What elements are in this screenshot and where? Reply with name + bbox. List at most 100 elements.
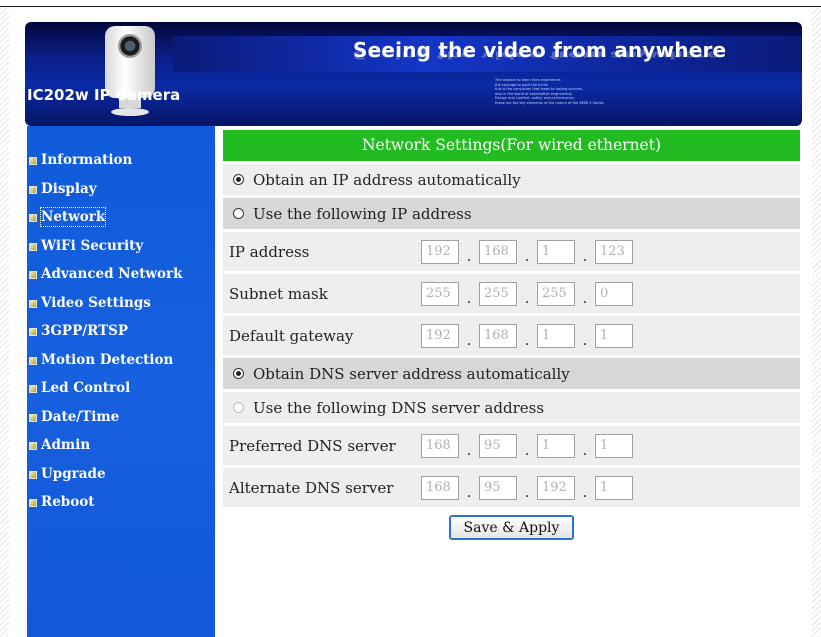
button-bar: Save & Apply [223, 507, 800, 540]
camera-lens-graphic [118, 34, 142, 58]
ip-auto-radio[interactable] [233, 174, 244, 185]
preferred-dns-octet-3-input[interactable] [537, 433, 575, 458]
preferred-dns-row: Preferred DNS server . . . [223, 426, 800, 465]
ip-auto-row[interactable]: Obtain an IP address automatically [223, 164, 800, 195]
sidebar-item-3gpp-rtsp[interactable]: 3GPP/RTSP [27, 322, 183, 351]
ip-octet-2-input[interactable] [479, 239, 517, 264]
dns-manual-radio[interactable] [233, 402, 244, 413]
sidebar-item-label: Date/Time [41, 408, 120, 425]
camera-model-label: IC202w IP Camera [27, 86, 181, 104]
sidebar-nav: Information Display Network WiFi Securit… [27, 151, 183, 522]
ip-address-label: IP address [229, 242, 310, 261]
gateway-field: . . . [421, 323, 633, 349]
preferred-dns-octet-1-input[interactable] [421, 433, 459, 458]
sidebar-item-label: Upgrade [41, 465, 106, 482]
ip-octet-4-input[interactable] [595, 239, 633, 264]
bullet-icon [29, 470, 37, 479]
bullet-icon [29, 328, 37, 336]
bullet-icon [29, 413, 37, 422]
sidebar-item-wifi-security[interactable]: WiFi Security [27, 237, 183, 266]
sidebar: Information Display Network WiFi Securit… [27, 126, 215, 637]
bullet-icon [29, 299, 37, 308]
left-stripe-border [0, 8, 9, 637]
octet-separator: . [524, 330, 530, 349]
sidebar-item-video-settings[interactable]: Video Settings [27, 294, 183, 323]
octet-separator: . [466, 440, 472, 459]
ip-address-field: . . . [421, 239, 633, 265]
save-apply-button[interactable]: Save & Apply [448, 515, 575, 540]
alternate-dns-octet-2-input[interactable] [479, 475, 517, 500]
alternate-dns-field: . . . [421, 475, 633, 501]
alternate-dns-octet-4-input[interactable] [595, 475, 633, 500]
sidebar-item-reboot[interactable]: Reboot [27, 493, 183, 522]
subnet-octet-1-input[interactable] [421, 281, 459, 306]
alternate-dns-row: Alternate DNS server . . . [223, 468, 800, 507]
gateway-row: Default gateway . . . [223, 316, 800, 355]
ip-address-row: IP address . . . [223, 232, 800, 271]
gateway-octet-2-input[interactable] [479, 323, 517, 348]
octet-separator: . [582, 246, 588, 265]
bullet-icon [29, 499, 37, 507]
octet-separator: . [466, 482, 472, 501]
sidebar-item-advanced-network[interactable]: Advanced Network [27, 265, 183, 294]
ip-manual-row[interactable]: Use the following IP address [223, 198, 800, 229]
sidebar-item-information[interactable]: Information [27, 151, 183, 180]
dns-auto-row[interactable]: Obtain DNS server address automatically [223, 358, 800, 389]
sidebar-item-upgrade[interactable]: Upgrade [27, 465, 183, 494]
dns-auto-radio[interactable] [233, 368, 244, 379]
gateway-octet-3-input[interactable] [537, 323, 575, 348]
sidebar-item-label: Video Settings [41, 294, 151, 311]
tagline-line: these are the key elements of the nature… [495, 100, 605, 105]
sidebar-item-admin[interactable]: Admin [27, 436, 183, 465]
subnet-octet-4-input[interactable] [595, 281, 633, 306]
subnet-octet-2-input[interactable] [479, 281, 517, 306]
sidebar-item-label: Network [39, 207, 107, 227]
bullet-icon [29, 356, 37, 365]
sidebar-item-label: 3GPP/RTSP [41, 323, 129, 339]
subnet-octet-3-input[interactable] [537, 281, 575, 306]
dns-auto-label: Obtain DNS server address automatically [253, 364, 570, 383]
banner-title-reflection: Seeing the video from anywhere [353, 48, 721, 62]
octet-separator: . [466, 330, 472, 349]
preferred-dns-label: Preferred DNS server [229, 436, 396, 455]
octet-separator: . [582, 482, 588, 501]
sidebar-item-label: Motion Detection [41, 351, 174, 368]
ip-octet-1-input[interactable] [421, 239, 459, 264]
octet-separator: . [524, 246, 530, 265]
sidebar-item-date-time[interactable]: Date/Time [27, 408, 183, 437]
top-border [0, 6, 821, 7]
octet-separator: . [466, 288, 472, 307]
ip-manual-radio[interactable] [233, 208, 244, 219]
right-stripe-border [812, 8, 821, 637]
ip-manual-label: Use the following IP address [253, 204, 472, 223]
octet-separator: . [582, 288, 588, 307]
sidebar-item-label: Display [41, 180, 97, 197]
dns-manual-label: Use the following DNS server address [253, 398, 545, 417]
camera-base-graphic [111, 108, 149, 116]
dns-manual-row[interactable]: Use the following DNS server address [223, 392, 800, 423]
sidebar-item-display[interactable]: Display [27, 180, 183, 209]
ip-octet-3-input[interactable] [537, 239, 575, 264]
gateway-octet-4-input[interactable] [595, 323, 633, 348]
ip-auto-label: Obtain an IP address automatically [253, 170, 521, 189]
page-title: Network Settings(For wired ethernet) [223, 130, 800, 161]
sidebar-item-led-control[interactable]: Led Control [27, 379, 183, 408]
header-banner: IC202w IP Camera Seeing the video from a… [25, 22, 802, 126]
preferred-dns-octet-2-input[interactable] [479, 433, 517, 458]
octet-separator: . [582, 330, 588, 349]
gateway-octet-1-input[interactable] [421, 323, 459, 348]
sidebar-item-network[interactable]: Network [27, 207, 183, 237]
banner-tagline: The wisdom to learn from experience, the… [495, 78, 645, 105]
alternate-dns-octet-1-input[interactable] [421, 475, 459, 500]
octet-separator: . [582, 440, 588, 459]
bullet-icon [29, 442, 37, 450]
alternate-dns-octet-3-input[interactable] [537, 475, 575, 500]
sidebar-item-label: WiFi Security [41, 237, 144, 254]
subnet-mask-label: Subnet mask [229, 284, 328, 303]
preferred-dns-octet-4-input[interactable] [595, 433, 633, 458]
sidebar-item-label: Admin [41, 437, 91, 453]
bullet-icon [29, 214, 37, 222]
octet-separator: . [524, 440, 530, 459]
octet-separator: . [524, 288, 530, 307]
sidebar-item-motion-detection[interactable]: Motion Detection [27, 351, 183, 380]
